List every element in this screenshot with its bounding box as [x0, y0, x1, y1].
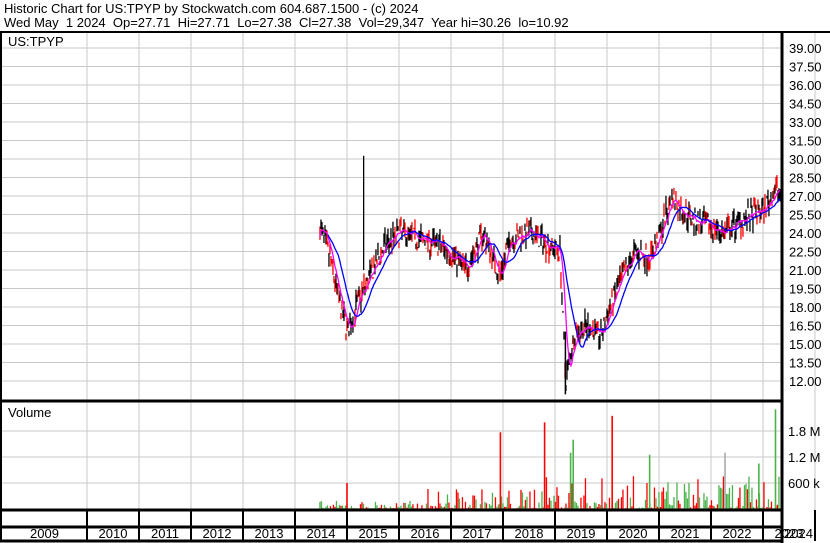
price-tick-label: 16.50	[789, 319, 822, 334]
price-tick-label: 22.50	[789, 245, 822, 260]
x-tick-label: 2011	[151, 526, 179, 541]
x-tick-label: 2014	[307, 526, 336, 541]
price-tick-label: 37.50	[789, 60, 822, 75]
x-tick-label: 2022	[723, 526, 752, 541]
volume-label: Volume	[8, 405, 51, 420]
x-tick-label: 2017	[463, 526, 492, 541]
price-tick-label: 36.00	[789, 78, 822, 93]
x-tick-label: 2015	[359, 526, 388, 541]
x-tick-label: 2021	[671, 526, 700, 541]
price-tick-label: 18.00	[789, 300, 822, 315]
price-tick-label: 15.00	[789, 337, 822, 352]
volume-tick-label: 1.2 M	[788, 450, 821, 465]
x-tick-label: 2016	[411, 526, 440, 541]
price-tick-label: 13.50	[789, 356, 822, 371]
x-tick-label: 2009	[30, 526, 59, 541]
price-tick-label: 34.50	[789, 97, 822, 112]
x-tick-label: 2013	[255, 526, 284, 541]
price-tick-label: 24.00	[789, 226, 822, 241]
price-tick-label: 30.00	[789, 152, 822, 167]
stock-chart: US:TPYP Volume 39.00 37.50 36.00 34.50 33.00…	[0, 31, 830, 543]
x-tick-label: 2024	[784, 526, 813, 541]
price-tick-label: 21.00	[789, 263, 822, 278]
x-tick-label: 2010	[99, 526, 128, 541]
x-tick-label: 2012	[203, 526, 232, 541]
price-tick-label: 31.50	[789, 134, 822, 149]
price-tick-label: 25.50	[789, 208, 822, 223]
volume-tick-label: 1.8 M	[788, 424, 821, 439]
x-tick-label: 2018	[515, 526, 544, 541]
price-tick-label: 33.00	[789, 115, 822, 130]
price-tick-label: 28.50	[789, 171, 822, 186]
volume-tick-label: 600 k	[788, 476, 820, 491]
price-tick-label: 19.50	[789, 282, 822, 297]
long-moving-average-line	[327, 198, 781, 348]
price-tick-label: 27.00	[789, 189, 822, 204]
price-tick-label: 39.00	[789, 41, 822, 56]
symbol-label: US:TPYP	[8, 34, 64, 49]
x-tick-label: 2020	[619, 526, 648, 541]
price-tick-label: 12.00	[789, 374, 822, 389]
x-tick-label: 2019	[567, 526, 596, 541]
